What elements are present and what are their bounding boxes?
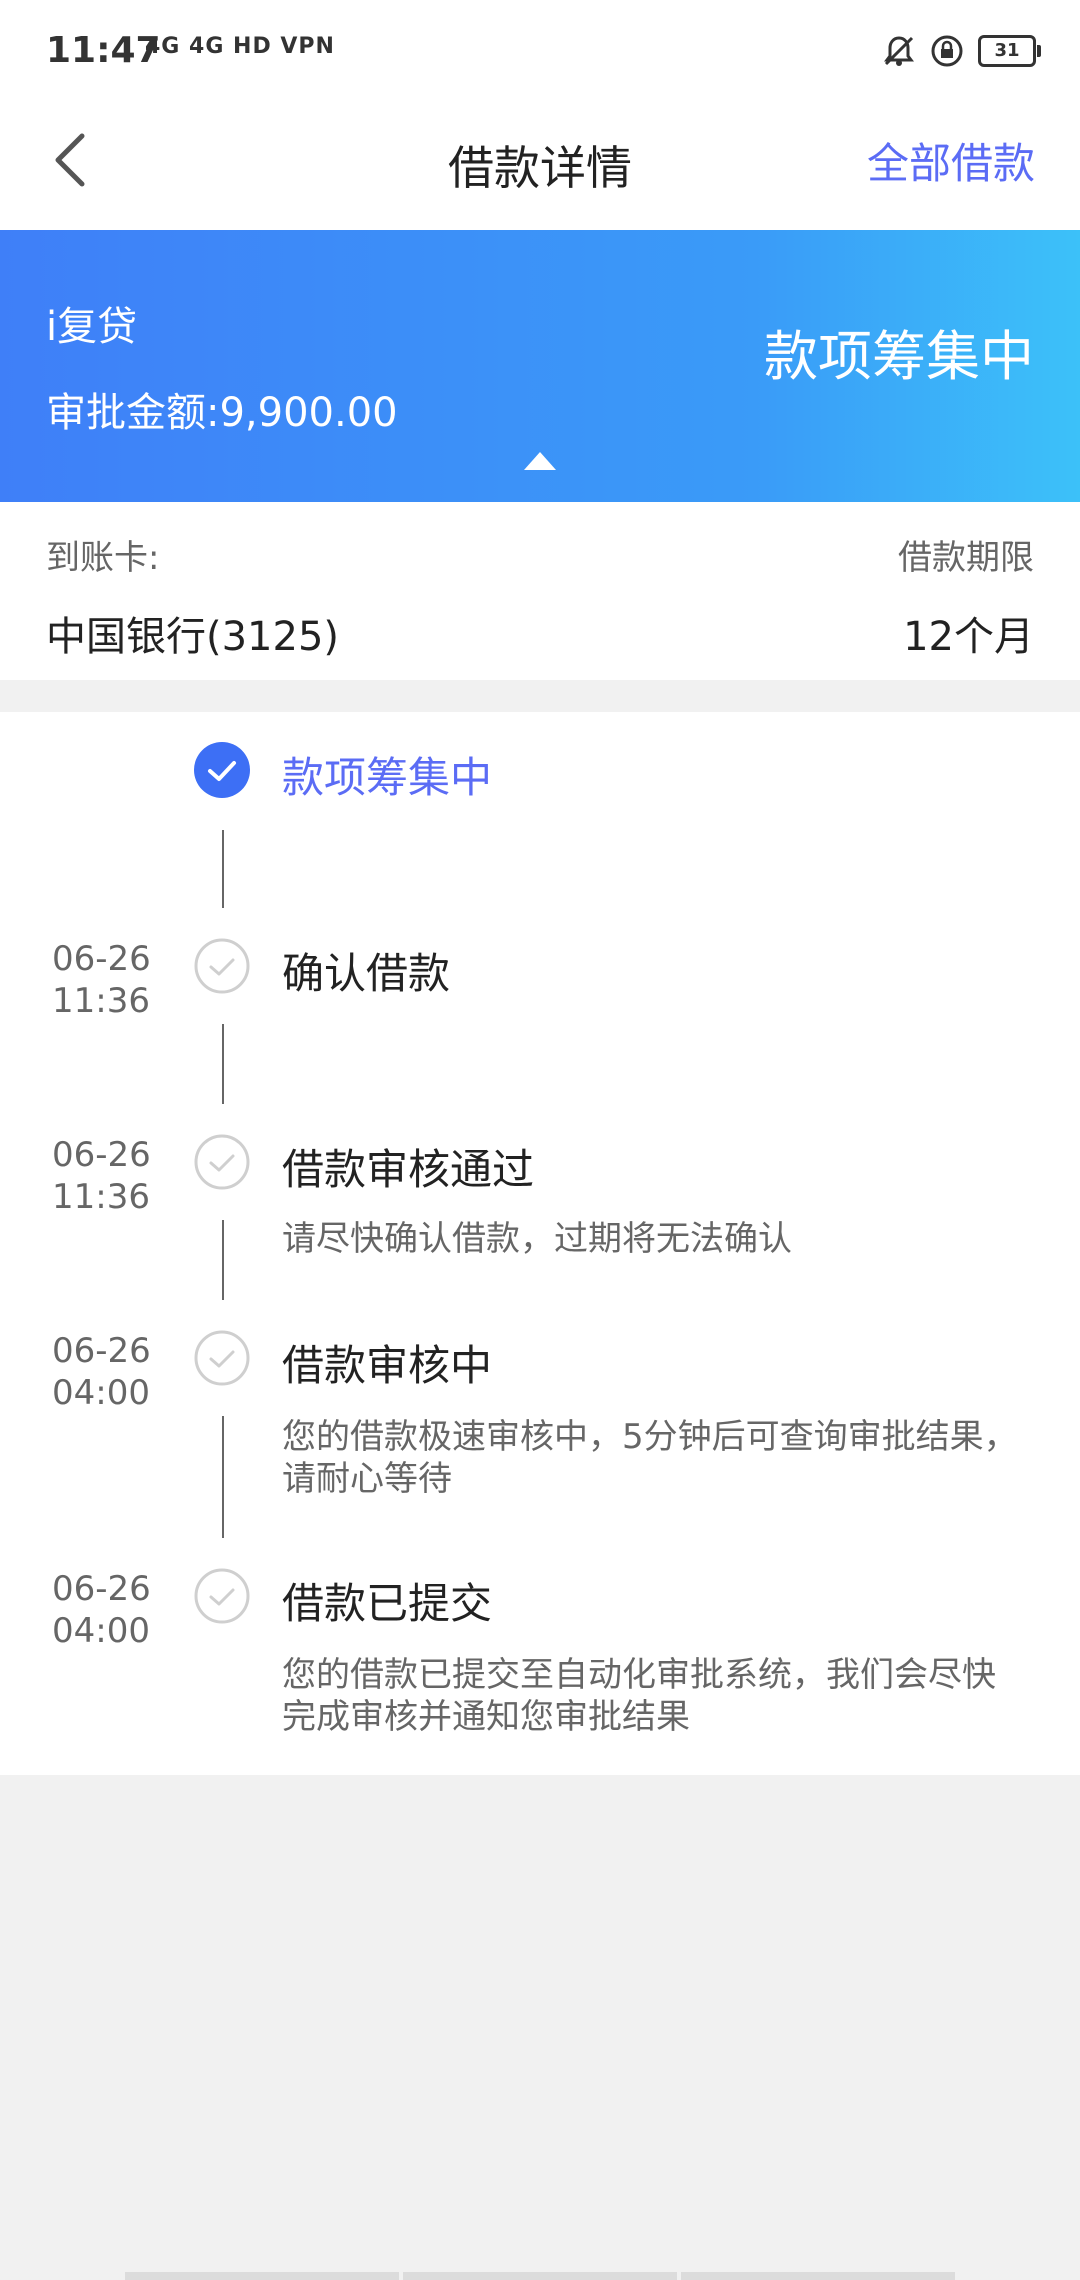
status-time: 11:47 [46, 30, 161, 71]
caret-up-icon [524, 452, 556, 470]
battery-icon: 31 [978, 35, 1041, 67]
nav-bar: 借款详情 全部借款 [0, 110, 1080, 230]
timeline-time: 06-26 04:00 [52, 1568, 151, 1652]
timeline-time: 06-26 04:00 [52, 1330, 151, 1414]
timeline-title: 借款审核中 [282, 1341, 493, 1390]
timeline-date-text: 06-26 [52, 1135, 151, 1175]
check-circle-outline-icon [194, 1134, 250, 1190]
timeline-desc: 您的借款已提交至自动化审批系统，我们会尽快完成审核并通知您审批结果 [282, 1655, 996, 1737]
timeline-time-text: 04:00 [52, 1611, 150, 1651]
product-name: i复贷 [46, 304, 138, 350]
gesture-segment [403, 2272, 677, 2280]
check-circle-outline-icon [194, 1568, 250, 1624]
timeline-date-text: 06-26 [52, 1331, 151, 1371]
card-label: 到账卡: [46, 538, 160, 578]
timeline-connector [222, 1220, 224, 1300]
timeline-time: 06-26 11:36 [52, 1134, 151, 1218]
timeline-title: 款项筹集中 [282, 753, 493, 802]
timeline-desc: 请尽快确认借款，过期将无法确认 [282, 1219, 792, 1259]
check-circle-outline-icon [194, 1330, 250, 1386]
approved-amount: 审批金额:9,900.00 [46, 390, 398, 436]
gesture-segment [681, 2272, 955, 2280]
network-indicators: 4G 4G HD VPN [145, 34, 335, 59]
timeline-time-text: 11:36 [52, 981, 150, 1021]
timeline-connector [222, 830, 224, 908]
timeline-title: 确认借款 [282, 949, 451, 998]
bell-muted-icon [884, 36, 914, 66]
loan-status-banner: i复贷 审批金额:9,900.00 款项筹集中 [0, 230, 1080, 502]
timeline-time-text: 11:36 [52, 1177, 150, 1217]
timeline-title: 借款已提交 [282, 1579, 493, 1628]
timeline-title: 借款审核通过 [282, 1145, 535, 1194]
term-value: 12个月 [903, 614, 1034, 660]
timeline-date-text: 06-26 [52, 939, 151, 979]
term-label: 借款期限 [898, 538, 1034, 578]
account-info: 到账卡: 借款期限 中国银行(3125) 12个月 [0, 502, 1080, 680]
timeline-desc: 您的借款极速审核中，5分钟后可查询审批结果，请耐心等待 [282, 1417, 1018, 1499]
timeline-connector [222, 1416, 224, 1538]
status-bar: 11:47 4G 4G HD VPN 31 [0, 0, 1080, 110]
timeline-connector [222, 1024, 224, 1104]
timeline-date-text: 06-26 [52, 1569, 151, 1609]
loan-status: 款项筹集中 [764, 325, 1034, 388]
lock-rotation-icon [931, 35, 963, 67]
timeline-time-text: 04:00 [52, 1373, 150, 1413]
status-icons: 31 [882, 34, 1041, 68]
gesture-segment [125, 2272, 399, 2280]
all-loans-link[interactable]: 全部借款 [867, 130, 1035, 191]
timeline-time: 06-26 11:36 [52, 938, 151, 1022]
card-value: 中国银行(3125) [46, 614, 340, 660]
loan-timeline: 款项筹集中 06-26 11:36 确认借款 06-26 11:36 借款审核通… [0, 712, 1080, 1775]
check-circle-filled-icon [194, 742, 250, 798]
check-circle-outline-icon [194, 938, 250, 994]
bottom-gesture-bar [125, 2272, 955, 2280]
